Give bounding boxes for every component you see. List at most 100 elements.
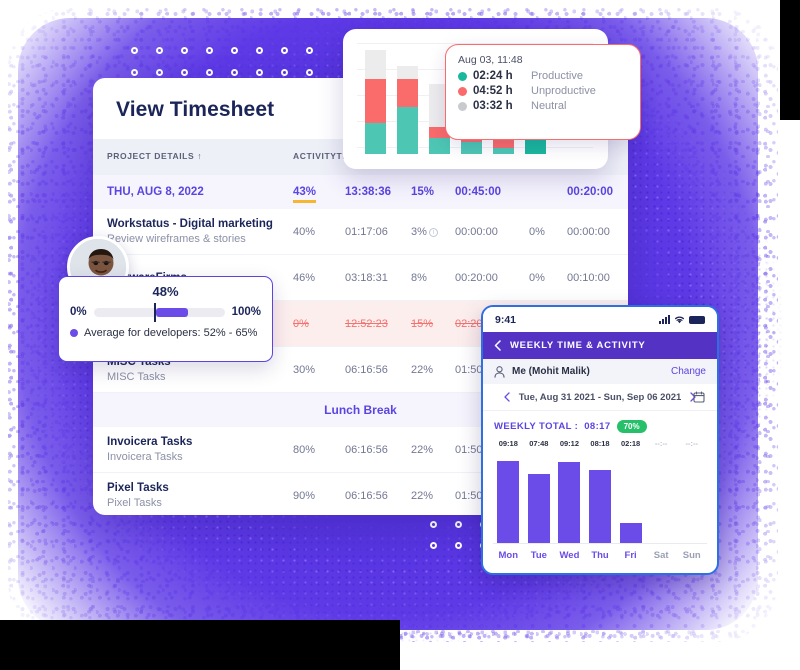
chart-bar-segment-unproductive: [365, 78, 386, 123]
chart-bar[interactable]: [397, 65, 418, 154]
row-idle: 15%: [411, 317, 434, 330]
weekly-chart-column[interactable]: 09:12: [554, 439, 585, 544]
row-project-cell: Invoicera Tasks Invoicera Tasks: [107, 436, 293, 463]
weekly-total-value: 08:17: [584, 421, 611, 432]
slider-row: 0% 100%: [70, 302, 261, 322]
weekly-bar-slot: [523, 452, 555, 544]
weekly-bar-label: 07:48: [529, 439, 549, 448]
row-activity: 0%: [293, 317, 309, 330]
tooltip-entry: 03:32 h Neutral: [458, 100, 628, 112]
weekly-chart-column[interactable]: 09:18: [493, 439, 524, 544]
row-time: 03:18:31: [345, 271, 388, 284]
row-project-subtitle: Pixel Tasks: [107, 497, 162, 509]
row-idle: 22%: [411, 489, 434, 502]
decorative-dot: [181, 69, 188, 76]
chart-bar[interactable]: [493, 138, 514, 154]
decorative-dot: [156, 47, 163, 54]
change-user-link[interactable]: Change: [671, 366, 706, 377]
tooltip-value: 04:52 h: [473, 85, 513, 97]
phone-date-range-row: Tue, Aug 31 2021 - Sun, Sep 06 2021: [483, 384, 717, 411]
table-summary-row: THU, AUG 8, 2022 43% 13:38:36 15% 00:45:…: [93, 175, 628, 209]
tooltip-label: Unproductive: [531, 85, 596, 97]
decorative-dot-grid-bottom: [430, 521, 487, 549]
legend-dot-icon: [458, 71, 467, 81]
weekly-chart-column[interactable]: 02:18: [615, 439, 646, 544]
weekly-bar[interactable]: [527, 474, 550, 543]
decorative-dot: [430, 521, 437, 528]
row-idle: 22%: [411, 443, 434, 456]
tooltip-entries: 02:24 h Productive 04:52 h Unproductive 03:3…: [458, 70, 628, 112]
chart-bar-segment-productive: [365, 122, 386, 154]
weekly-day-label: Thu: [591, 550, 609, 561]
person-icon: [494, 365, 505, 378]
tooltip-label: Neutral: [531, 100, 567, 112]
weekly-bar[interactable]: [497, 461, 520, 543]
chart-bar-segment-productive: [429, 138, 450, 154]
summary-manual: 00:45:00: [455, 186, 502, 198]
weekly-total-label: WEEKLY TOTAL :: [494, 421, 579, 432]
row-project-name: Pixel Tasks: [107, 482, 169, 494]
phone-user-name: Me (Mohit Malik): [512, 366, 590, 377]
weekly-bar-label: --:--: [685, 439, 699, 448]
legend-dot-icon: [458, 86, 467, 96]
decorative-dot: [181, 47, 188, 54]
row-project-name: Workstatus - Digital marketing: [107, 218, 273, 230]
chevron-left-icon[interactable]: [494, 340, 501, 351]
weekly-bar-slot: [584, 452, 616, 544]
weekly-chart-column[interactable]: --:--: [645, 439, 677, 544]
productivity-slider-card: 48% 0% 100% Average for developers: 52% …: [58, 276, 273, 362]
weekly-bar-label: 09:12: [559, 439, 580, 448]
summary-activity: 43%: [293, 186, 345, 203]
row-activity: 40%: [293, 225, 316, 238]
chart-bar[interactable]: [365, 50, 386, 154]
weekly-bar-slot: [615, 452, 646, 544]
chart-bar-segment-productive: [461, 142, 482, 154]
legend-dot-icon: [458, 101, 467, 111]
column-header-activity[interactable]: ACTIVITY: [293, 151, 337, 162]
slider-track[interactable]: [93, 302, 225, 322]
weekly-chart-column[interactable]: 07:48: [523, 439, 555, 544]
signal-icon: [659, 315, 670, 324]
weekly-bar[interactable]: [558, 462, 581, 543]
weekly-day-label: Wed: [559, 550, 580, 561]
row-project-subtitle: MISC Tasks: [107, 371, 166, 383]
weekly-bar[interactable]: [589, 469, 612, 543]
calendar-icon[interactable]: [693, 391, 705, 403]
row-activity: 90%: [293, 489, 316, 502]
decorative-dot: [455, 542, 462, 549]
status-icons: [659, 315, 705, 324]
row-manual-time: 00:20:00: [455, 271, 498, 284]
column-header-project[interactable]: PROJECT DETAILS ↑: [107, 151, 293, 162]
row-idle: 8%: [411, 271, 427, 284]
phone-header: WEEKLY TIME & ACTIVITY: [483, 332, 717, 359]
decorative-dot: [206, 69, 213, 76]
tooltip-value: 02:24 h: [473, 70, 513, 82]
row-time: 06:16:56: [345, 363, 388, 376]
decorative-dot: [281, 47, 288, 54]
chart-bar-segment-productive: [493, 147, 514, 154]
info-icon[interactable]: i: [428, 227, 438, 237]
chevron-left-icon[interactable]: [504, 392, 510, 402]
weekly-day-label: Tue: [530, 550, 547, 561]
table-row[interactable]: Workstatus - Digital marketing Review wir…: [93, 209, 628, 255]
weekly-chart-day-labels: Mon Tue Wed Thu Fri Sat Sun: [493, 550, 707, 561]
weekly-chart-columns: 09:18 07:48 09:12 08:18 02:18 --:-- --:--: [493, 439, 708, 544]
weekly-chart-column[interactable]: 08:18: [584, 439, 616, 544]
row-project-subtitle: Invoicera Tasks: [107, 451, 183, 463]
decorative-dot: [156, 69, 163, 76]
lunch-break-label: Lunch Break: [324, 403, 397, 417]
summary-date: THU, AUG 8, 2022: [107, 186, 204, 198]
row-project-name: Invoicera Tasks: [107, 436, 193, 448]
summary-idle: 15%: [411, 186, 435, 198]
tooltip-entry: 04:52 h Unproductive: [458, 85, 628, 97]
weekly-bar-label: 02:18: [621, 439, 641, 448]
row-idle: 3% i: [411, 226, 455, 238]
tooltip-entry: 02:24 h Productive: [458, 70, 628, 82]
slider-handle[interactable]: [153, 302, 157, 322]
tooltip-date: Aug 03, 11:48: [458, 54, 523, 66]
weekly-total-badge: 70%: [616, 420, 647, 433]
weekly-bar[interactable]: [619, 522, 642, 543]
screenshot-root: View Timesheet PROJECT DETAILS ↑ ACTIVIT…: [0, 0, 800, 670]
weekly-chart-column[interactable]: --:--: [676, 439, 708, 544]
phone-user-row: Me (Mohit Malik) Change: [483, 359, 717, 384]
